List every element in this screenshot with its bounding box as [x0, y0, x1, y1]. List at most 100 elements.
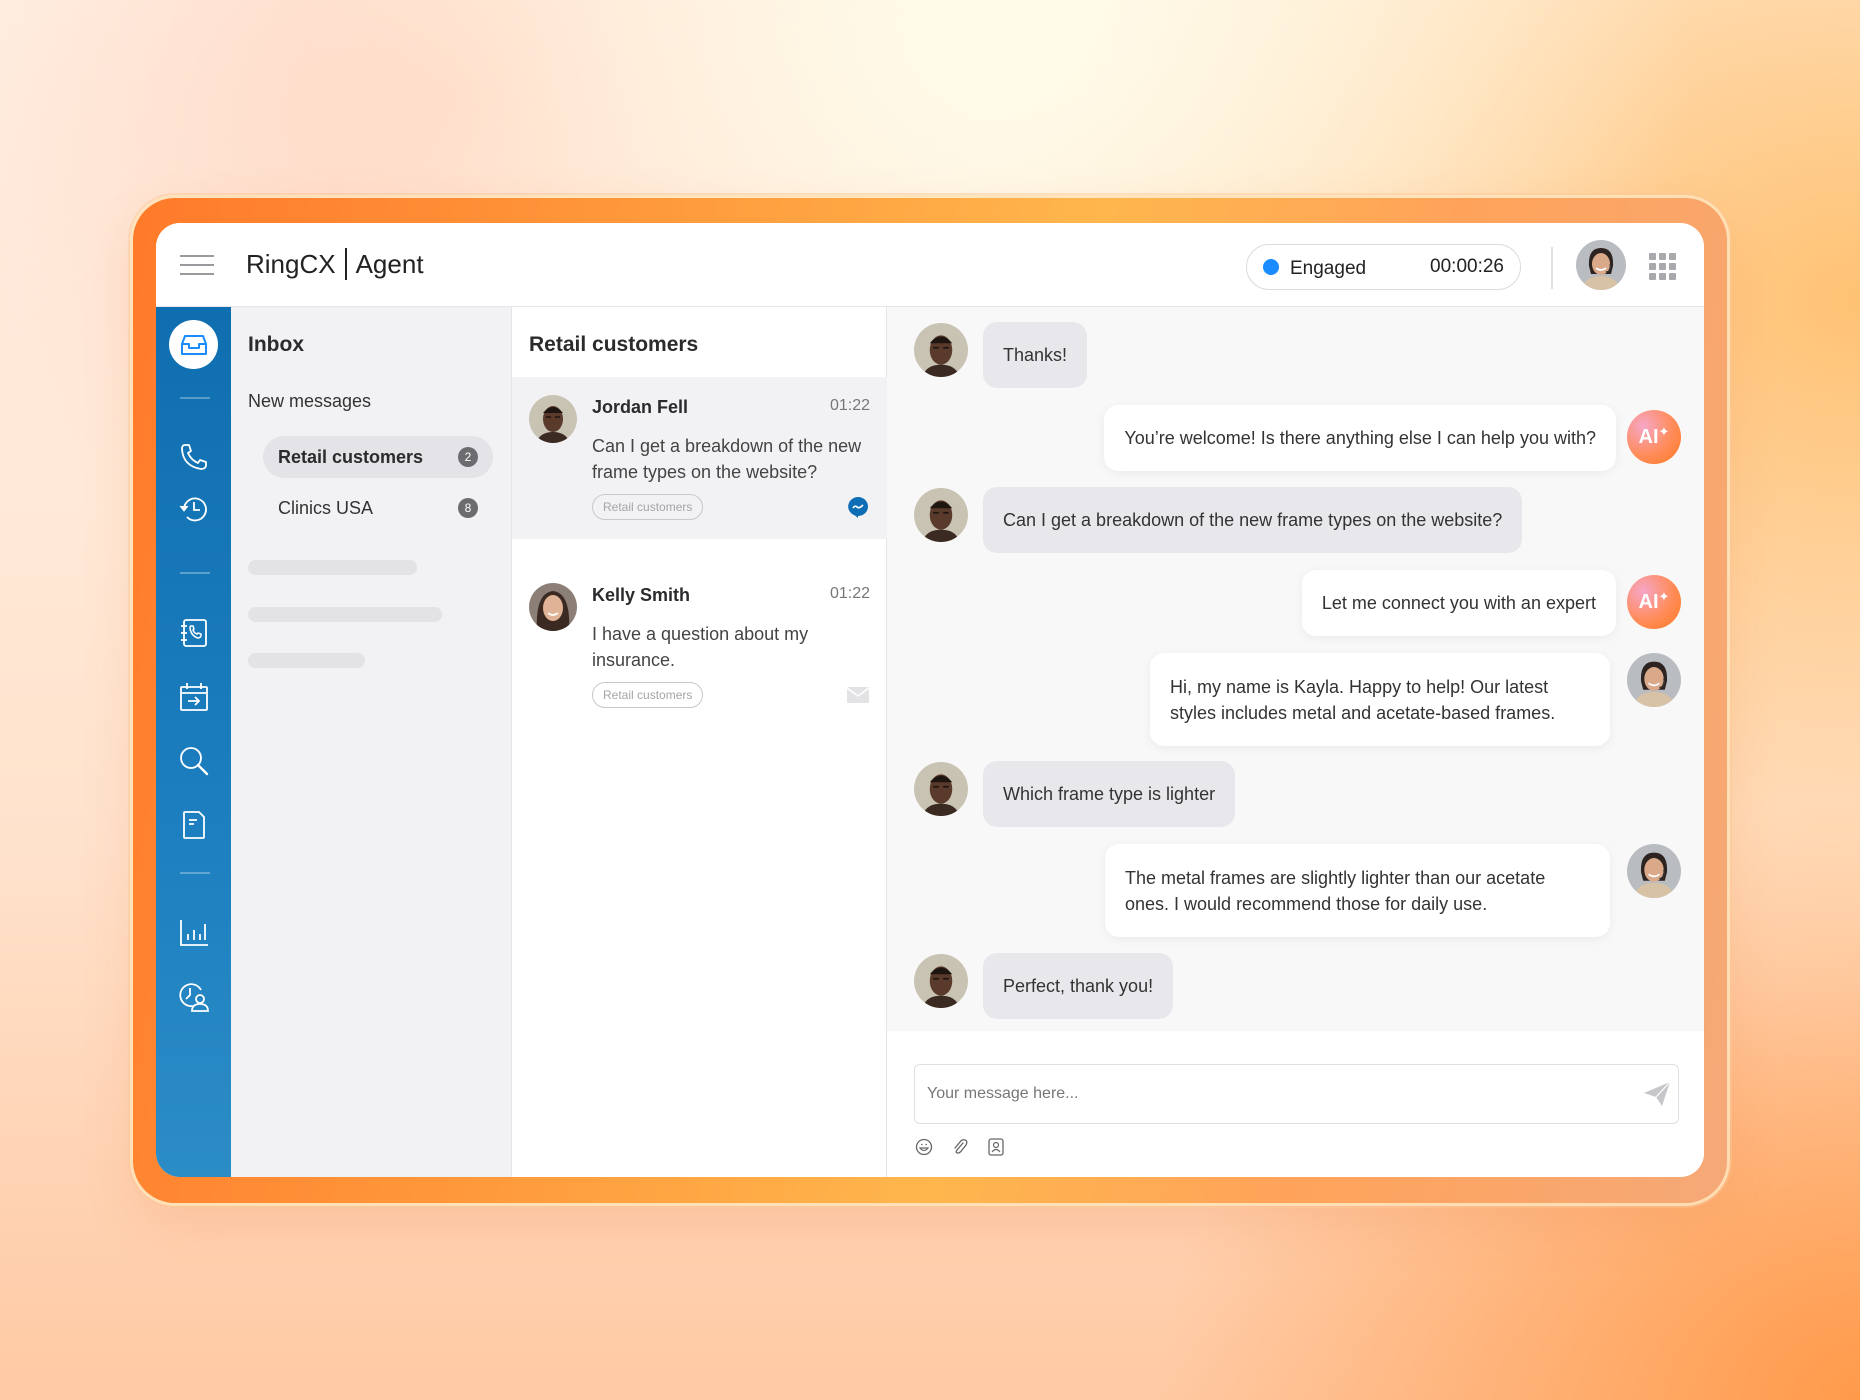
emoji-icon[interactable]: [914, 1137, 934, 1157]
nav-sidebar: [156, 307, 231, 1177]
agent-status-selector[interactable]: Engaged 00:00:26: [1246, 244, 1521, 290]
top-header: RingCX Agent Engaged 00:00:26: [156, 223, 1704, 307]
conversation-list-title: Retail customers: [529, 333, 699, 356]
conversation-name: Kelly Smith: [592, 585, 691, 605]
avatar: [529, 583, 577, 631]
conversation-list: Retail customers Jordan Fell 01:22 Can I…: [512, 307, 887, 1177]
sidebar-item-analytics[interactable]: [172, 911, 216, 955]
app-name: RingCX: [246, 248, 336, 279]
message-bubble: Which frame type is lighter: [983, 761, 1236, 827]
inbox-title: Inbox: [248, 333, 304, 356]
message-bubble: Thanks!: [983, 322, 1088, 388]
customer-photo-icon: [914, 954, 968, 1008]
ai-badge-label: AI: [1638, 590, 1659, 613]
customer-avatar: [914, 488, 968, 542]
sidebar-item-phone[interactable]: [172, 435, 216, 479]
message-input[interactable]: [914, 1064, 1679, 1124]
loading-placeholder: [248, 653, 365, 668]
agent-photo-icon: [1576, 240, 1626, 290]
sparkle-icon: ✦: [1658, 424, 1670, 439]
sidebar-item-history[interactable]: [172, 487, 216, 531]
ai-assistant-avatar: AI ✦: [1627, 410, 1681, 464]
inbox-icon: [180, 334, 207, 355]
calendar-transfer-icon: [180, 683, 208, 711]
customer-avatar: [914, 762, 968, 816]
new-messages-label: New messages: [248, 391, 372, 411]
inbox-panel: Inbox New messages Retail customers 2 Cl…: [231, 307, 512, 1177]
avatar: [529, 395, 577, 443]
brand-divider: [344, 248, 347, 280]
contact-book-icon: [181, 619, 207, 647]
app-section: Agent: [355, 248, 424, 279]
phone-icon: [181, 444, 207, 470]
customer-photo-icon: [529, 583, 577, 631]
message-thread: Thanks! You’re welcome! Is there anythin…: [887, 307, 1704, 1031]
queue-label: Clinics USA: [278, 497, 374, 518]
hamburger-menu-icon[interactable]: [180, 253, 214, 277]
queue-item-clinics-usa[interactable]: Clinics USA 8: [263, 487, 493, 529]
sparkle-icon: ✦: [1658, 589, 1670, 604]
customer-avatar: [914, 954, 968, 1008]
message-bubble: You’re welcome! Is there anything else I…: [1104, 405, 1616, 471]
message-bubble: Can I get a breakdown of the new frame t…: [983, 487, 1523, 553]
customer-photo-icon: [914, 762, 968, 816]
conversation-preview: Can I get a breakdown of the new frame t…: [592, 436, 862, 482]
app-launcher-grid-icon[interactable]: [1649, 253, 1677, 281]
conversation-preview: I have a question about my insurance.: [592, 624, 809, 670]
send-icon[interactable]: [1642, 1079, 1672, 1109]
history-icon: [179, 497, 207, 522]
queue-item-retail-customers[interactable]: Retail customers 2: [263, 436, 493, 478]
conversation-time: 01:22: [829, 397, 870, 414]
conversation-name: Jordan Fell: [592, 397, 689, 417]
conversation-item[interactable]: Jordan Fell 01:22 Can I get a breakdown …: [512, 377, 887, 539]
ai-badge-label: AI: [1638, 425, 1659, 448]
user-clock-icon: [179, 983, 209, 1012]
loading-placeholder: [248, 607, 442, 622]
status-label: Engaged: [1290, 258, 1367, 279]
queue-tag: Retail customers: [592, 494, 704, 520]
sidebar-item-schedule[interactable]: [172, 675, 216, 719]
sidebar-item-agent-status[interactable]: [172, 975, 216, 1019]
contact-card-icon[interactable]: [986, 1137, 1006, 1157]
sidebar-divider: [180, 872, 210, 874]
queue-tag: Retail customers: [592, 682, 704, 708]
app-brand: RingCX Agent: [246, 248, 424, 280]
message-bubble: Perfect, thank you!: [983, 953, 1174, 1019]
messenger-icon: [848, 497, 869, 518]
user-avatar[interactable]: [1576, 240, 1626, 290]
conversation-item[interactable]: Kelly Smith 01:22 I have a question abou…: [512, 565, 887, 727]
message-composer: [887, 1031, 1704, 1177]
agent-avatar: [1627, 653, 1681, 707]
ai-assistant-avatar: AI ✦: [1627, 575, 1681, 629]
queue-count-badge: 2: [458, 447, 478, 467]
sidebar-item-inbox[interactable]: [169, 320, 218, 369]
customer-photo-icon: [529, 395, 577, 443]
message-bubble: The metal frames are slightly lighter th…: [1105, 844, 1610, 937]
bar-chart-icon: [180, 920, 208, 946]
sidebar-item-search[interactable]: [172, 739, 216, 783]
chat-panel: Thanks! You’re welcome! Is there anythin…: [887, 307, 1704, 1177]
customer-photo-icon: [914, 323, 968, 377]
sidebar-divider: [180, 397, 210, 399]
note-icon: [183, 811, 205, 839]
conversation-time: 01:22: [829, 585, 870, 602]
search-icon: [180, 747, 209, 776]
status-dot-icon: [1263, 259, 1279, 275]
status-timer: 00:00:26: [1430, 256, 1504, 277]
agent-avatar: [1627, 844, 1681, 898]
message-bubble: Hi, my name is Kayla. Happy to help! Our…: [1150, 653, 1610, 746]
sidebar-divider: [180, 572, 210, 574]
app-window: RingCX Agent Engaged 00:00:26 Inbox New …: [156, 223, 1704, 1177]
message-bubble: Let me connect you with an expert: [1301, 570, 1616, 636]
attachment-icon[interactable]: [950, 1137, 970, 1157]
customer-photo-icon: [914, 488, 968, 542]
loading-placeholder: [248, 560, 417, 575]
agent-photo-icon: [1627, 653, 1681, 707]
sidebar-item-notes[interactable]: [172, 803, 216, 847]
email-icon: [846, 687, 870, 703]
sidebar-item-contacts[interactable]: [172, 611, 216, 655]
agent-photo-icon: [1627, 844, 1681, 898]
header-divider: [1551, 247, 1553, 289]
customer-avatar: [914, 323, 968, 377]
queue-label: Retail customers: [278, 446, 424, 467]
